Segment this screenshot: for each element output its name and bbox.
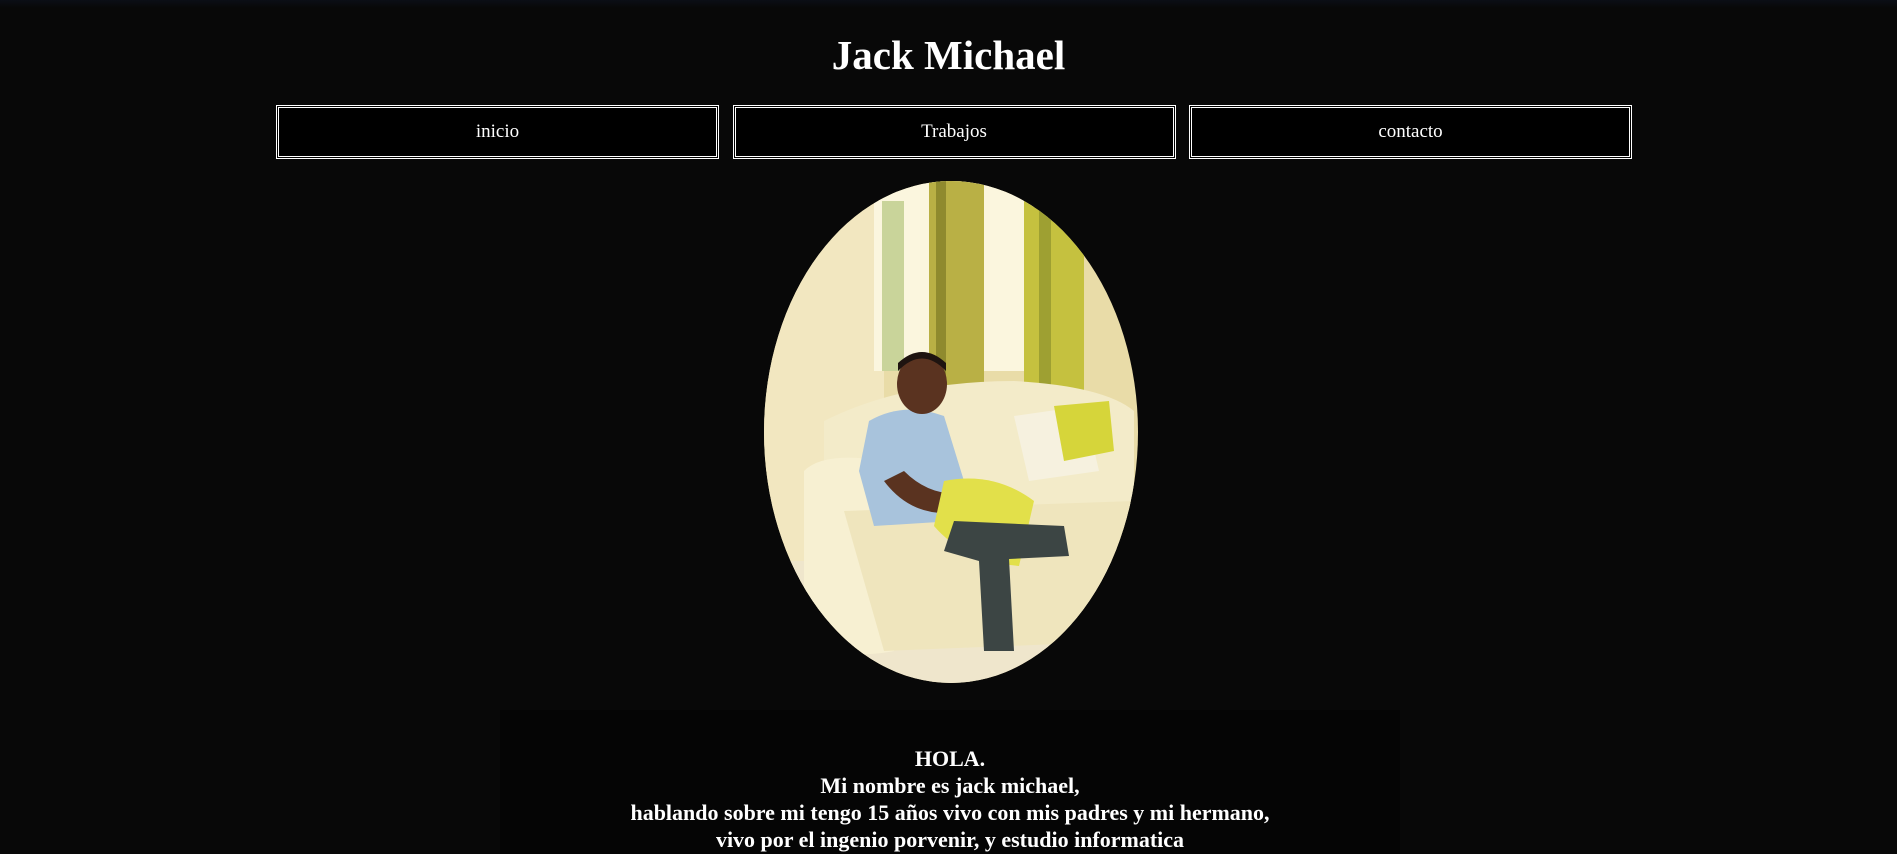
- intro-line-about: hablando sobre mi tengo 15 años vivo con…: [630, 800, 1270, 825]
- nav-inicio-button[interactable]: inicio: [276, 105, 719, 159]
- page-title: Jack Michael: [831, 32, 1066, 78]
- nav-trabajos-button[interactable]: Trabajos: [732, 105, 1176, 159]
- top-strip: [0, 0, 1897, 8]
- profile-photo: [764, 181, 1138, 683]
- nav-contacto-button[interactable]: contacto: [1189, 105, 1632, 159]
- intro-section: HOLA. Mi nombre es jack michael, habland…: [500, 710, 1400, 854]
- intro-line-study: vivo por el ingenio porvenir, y estudio …: [715, 827, 1185, 852]
- intro-line-name: Mi nombre es jack michael,: [820, 773, 1080, 798]
- portrait-photo-icon: [764, 181, 1138, 683]
- main-nav: inicio Trabajos contacto: [276, 105, 1632, 159]
- intro-greeting: HOLA.: [914, 746, 986, 771]
